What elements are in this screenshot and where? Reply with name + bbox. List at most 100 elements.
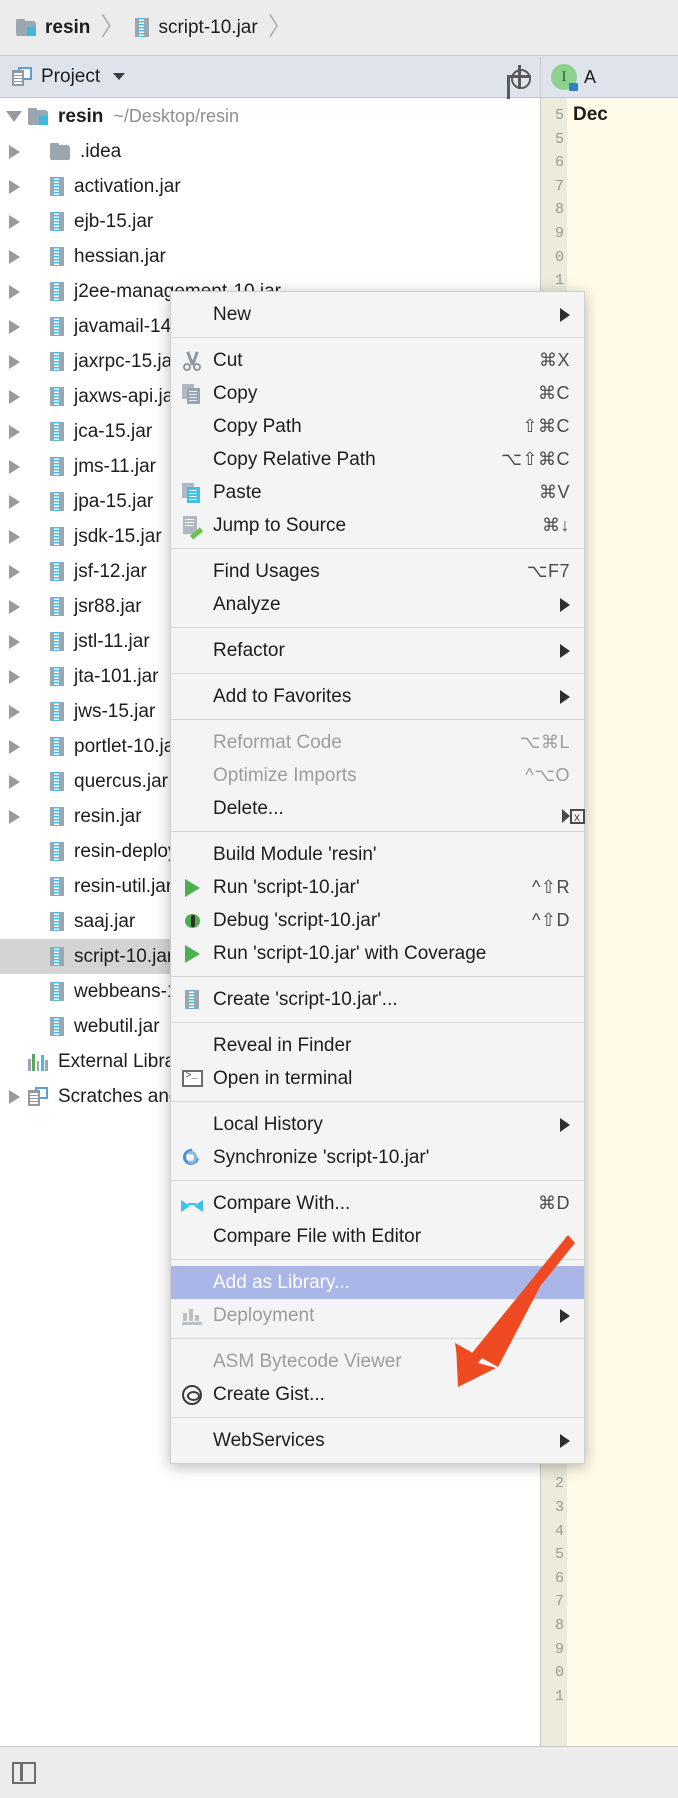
menu-separator xyxy=(171,1338,584,1339)
locate-icon[interactable] xyxy=(507,65,531,89)
expand-arrow-slot[interactable] xyxy=(0,215,28,229)
chevron-right-icon[interactable] xyxy=(9,635,20,649)
chevron-right-icon[interactable] xyxy=(9,320,20,334)
chevron-right-icon[interactable] xyxy=(9,600,20,614)
jar-icon xyxy=(185,990,199,1009)
menu-item[interactable]: Compare File with Editor xyxy=(171,1220,584,1253)
tree-item-label: script-10.jar xyxy=(74,946,173,968)
run-icon xyxy=(185,879,200,897)
menu-item[interactable]: Add to Favorites xyxy=(171,680,584,713)
expand-arrow-slot[interactable] xyxy=(0,1090,28,1104)
chevron-right-icon[interactable] xyxy=(9,495,20,509)
chevron-down-icon[interactable] xyxy=(113,73,125,80)
menu-item[interactable]: Optimize Imports ^⌥O xyxy=(171,759,584,792)
menu-item[interactable]: Reveal in Finder xyxy=(171,1029,584,1062)
tree-row[interactable]: hessian.jar xyxy=(0,239,540,274)
breadcrumb-item-script-10-jar[interactable]: script-10.jar xyxy=(135,17,257,39)
menu-item[interactable]: Reformat Code ⌥⌘L xyxy=(171,726,584,759)
editor-tab[interactable]: I A xyxy=(541,57,678,98)
submenu-arrow-icon xyxy=(560,598,570,612)
expand-arrow-slot[interactable] xyxy=(0,495,28,509)
menu-item[interactable]: Run 'script-10.jar' ^⇧R xyxy=(171,871,584,904)
chevron-right-icon[interactable] xyxy=(9,390,20,404)
menu-item[interactable]: ASM Bytecode Viewer xyxy=(171,1345,584,1378)
menu-item[interactable]: Paste ⌘V xyxy=(171,476,584,509)
chevron-right-icon[interactable] xyxy=(9,530,20,544)
menu-item[interactable]: Deployment xyxy=(171,1299,584,1332)
menu-item[interactable]: Copy ⌘C xyxy=(171,377,584,410)
menu-item[interactable]: Analyze xyxy=(171,588,584,621)
menu-item[interactable]: Local History xyxy=(171,1108,584,1141)
expand-arrow-slot[interactable] xyxy=(0,425,28,439)
chevron-right-icon[interactable] xyxy=(9,1090,20,1104)
expand-arrow-slot[interactable] xyxy=(0,111,28,122)
chevron-right-icon[interactable] xyxy=(9,145,20,159)
expand-arrow-slot[interactable] xyxy=(0,285,28,299)
menu-item[interactable]: Refactor xyxy=(171,634,584,667)
context-menu[interactable]: New Cut ⌘X Copy ⌘C Copy Path ⇧⌘C Copy Re… xyxy=(170,291,585,1464)
expand-arrow-slot[interactable] xyxy=(0,705,28,719)
tree-row[interactable]: activation.jar xyxy=(0,169,540,204)
menu-item[interactable]: Build Module 'resin' xyxy=(171,838,584,871)
menu-item[interactable]: Compare With... ⌘D xyxy=(171,1187,584,1220)
menu-item[interactable]: Create 'script-10.jar'... xyxy=(171,983,584,1016)
chevron-right-icon[interactable] xyxy=(9,810,20,824)
jar-icon xyxy=(50,527,64,546)
menu-item-label: WebServices xyxy=(213,1430,546,1452)
expand-arrow-slot[interactable] xyxy=(0,670,28,684)
menu-separator xyxy=(171,1180,584,1181)
tree-row-root[interactable]: resin ~/Desktop/resin xyxy=(0,99,540,134)
menu-item-label: Build Module 'resin' xyxy=(213,844,570,866)
expand-arrow-slot[interactable] xyxy=(0,775,28,789)
expand-arrow-slot[interactable] xyxy=(0,810,28,824)
expand-arrow-slot[interactable] xyxy=(0,390,28,404)
line-number: 2 xyxy=(541,1472,564,1496)
compare-icon xyxy=(181,1196,203,1212)
menu-item[interactable]: Run 'script-10.jar' with Coverage xyxy=(171,937,584,970)
chevron-right-icon[interactable] xyxy=(9,460,20,474)
tree-row[interactable]: .idea xyxy=(0,134,540,169)
chevron-right-icon[interactable] xyxy=(9,215,20,229)
menu-item[interactable]: Copy Relative Path ⌥⇧⌘C xyxy=(171,443,584,476)
menu-item[interactable]: Open in terminal xyxy=(171,1062,584,1095)
menu-item[interactable]: Synchronize 'script-10.jar' xyxy=(171,1141,584,1174)
menu-item[interactable]: Delete... x xyxy=(171,792,584,825)
chevron-right-icon[interactable] xyxy=(9,670,20,684)
chevron-right-icon[interactable] xyxy=(9,565,20,579)
expand-arrow-slot[interactable] xyxy=(0,740,28,754)
chevron-right-icon[interactable] xyxy=(9,705,20,719)
menu-item[interactable]: Copy Path ⇧⌘C xyxy=(171,410,584,443)
expand-arrow-slot[interactable] xyxy=(0,320,28,334)
submenu-arrow-icon xyxy=(560,1118,570,1132)
expand-arrow-slot[interactable] xyxy=(0,635,28,649)
menu-item[interactable]: Jump to Source ⌘↓ xyxy=(171,509,584,542)
chevron-right-icon[interactable] xyxy=(9,250,20,264)
expand-arrow-slot[interactable] xyxy=(0,460,28,474)
menu-item[interactable]: Add as Library... xyxy=(171,1266,584,1299)
menu-item[interactable]: Cut ⌘X xyxy=(171,344,584,377)
chevron-right-icon[interactable] xyxy=(9,285,20,299)
expand-arrow-slot[interactable] xyxy=(0,565,28,579)
menu-item-icon xyxy=(171,945,213,963)
expand-arrow-slot[interactable] xyxy=(0,600,28,614)
chevron-right-icon[interactable] xyxy=(9,355,20,369)
jar-icon xyxy=(50,422,64,441)
menu-item[interactable]: Find Usages ⌥F7 xyxy=(171,555,584,588)
expand-arrow-slot[interactable] xyxy=(0,355,28,369)
layout-toggle-icon[interactable] xyxy=(12,1762,36,1784)
chevron-right-icon[interactable] xyxy=(9,740,20,754)
expand-arrow-slot[interactable] xyxy=(0,250,28,264)
expand-arrow-slot[interactable] xyxy=(0,180,28,194)
breadcrumb-item-resin[interactable]: resin xyxy=(16,17,90,39)
chevron-right-icon[interactable] xyxy=(9,425,20,439)
expand-arrow-slot[interactable] xyxy=(0,145,28,159)
menu-item[interactable]: Debug 'script-10.jar' ^⇧D xyxy=(171,904,584,937)
menu-item[interactable]: WebServices xyxy=(171,1424,584,1457)
menu-item[interactable]: New xyxy=(171,298,584,331)
expand-arrow-slot[interactable] xyxy=(0,530,28,544)
tree-row[interactable]: ejb-15.jar xyxy=(0,204,540,239)
chevron-right-icon[interactable] xyxy=(9,775,20,789)
menu-item[interactable]: Create Gist... xyxy=(171,1378,584,1411)
chevron-right-icon[interactable] xyxy=(9,180,20,194)
chevron-down-icon[interactable] xyxy=(6,111,22,122)
